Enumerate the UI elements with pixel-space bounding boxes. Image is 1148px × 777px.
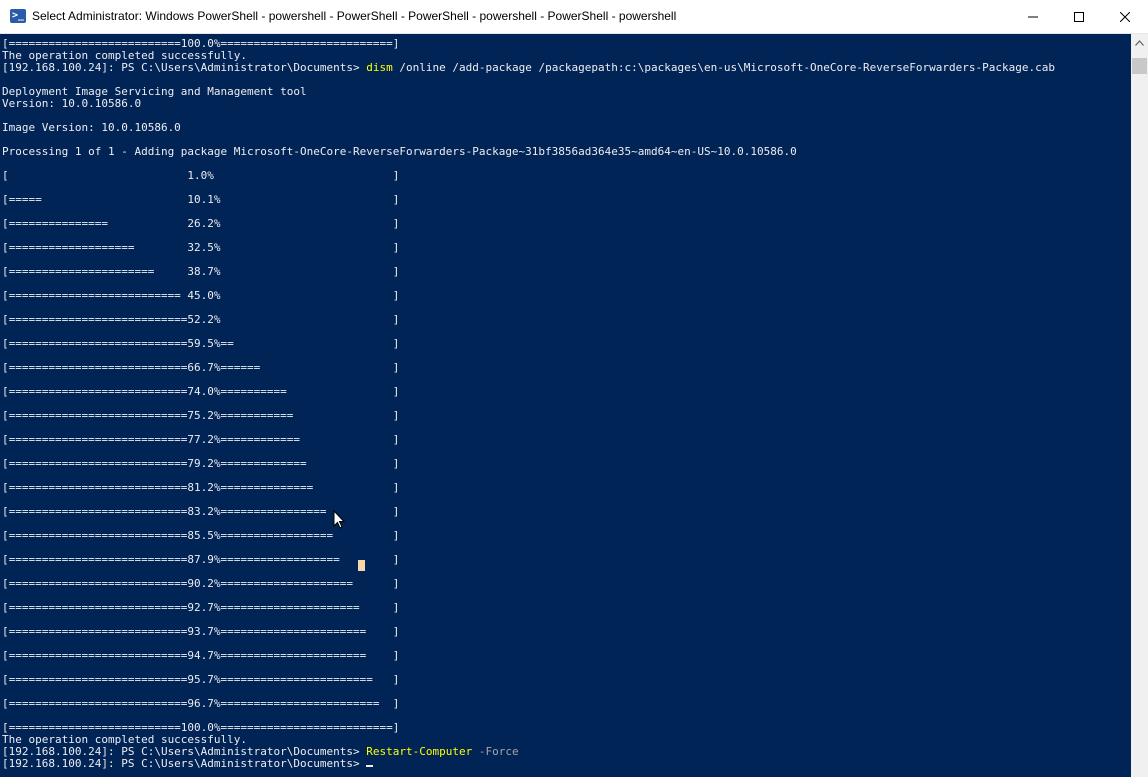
selection-block [358, 560, 365, 571]
console-line: [===========================83.2%=======… [2, 506, 1055, 518]
console-line: [===========================77.2%=======… [2, 434, 1055, 446]
console-line: [===========================94.7%=======… [2, 650, 1055, 662]
text-cursor [366, 765, 374, 767]
console-line-text: [========================== 45.0% ] [2, 289, 400, 302]
console-line-text: [192.168.100.24]: PS C:\Users\Administra… [2, 757, 367, 770]
command-text: dism [366, 61, 393, 74]
minimize-button[interactable] [1010, 0, 1056, 34]
scroll-up-button[interactable] [1131, 34, 1148, 51]
console-line: [192.168.100.24]: PS C:\Users\Administra… [2, 758, 1055, 770]
maximize-icon [1074, 12, 1084, 22]
command-arguments: /online /add-package /packagepath:c:\pac… [392, 61, 1056, 74]
console-line-text: [===========================85.5%=======… [2, 529, 400, 542]
console-output[interactable]: [==========================100.0%=======… [0, 34, 1131, 777]
console-line: [=============== 26.2% ] [2, 218, 1055, 230]
console-line: [===========================66.7%====== … [2, 362, 1055, 374]
console-line: [===========================87.9%=======… [2, 554, 1055, 566]
console-line-text: [====================== 38.7% ] [2, 265, 400, 278]
chevron-up-icon [1135, 39, 1144, 46]
console-line: [===========================92.7%=======… [2, 602, 1055, 614]
console-line: [===========================96.7%=======… [2, 698, 1055, 710]
console-line: [====================== 38.7% ] [2, 266, 1055, 278]
console-line-text: [===========================75.2%=======… [2, 409, 400, 422]
close-button[interactable] [1102, 0, 1148, 34]
console-line: [192.168.100.24]: PS C:\Users\Administra… [2, 62, 1055, 74]
console-line-text: [===========================90.2%=======… [2, 577, 400, 590]
console-line-text: [===========================77.2%=======… [2, 433, 400, 446]
console-line-text: [===========================52.2% ] [2, 313, 400, 326]
console-line-text: [===========================96.7%=======… [2, 697, 400, 710]
console-line-text: [===========================74.0%=======… [2, 385, 400, 398]
console-line-text: [===========================59.5%== ] [2, 337, 400, 350]
console-line-text: [===========================79.2%=======… [2, 457, 400, 470]
console-line: [===========================52.2% ] [2, 314, 1055, 326]
command-text: Restart-Computer [366, 745, 473, 758]
console-line-text: [===== 10.1% ] [2, 193, 400, 206]
console-line-text: Processing 1 of 1 - Adding package Micro… [2, 145, 797, 158]
console-line: [===========================90.2%=======… [2, 578, 1055, 590]
mouse-pointer-icon [333, 510, 345, 529]
console-line: Deployment Image Servicing and Managemen… [2, 86, 1055, 98]
console-line-text: Version: 10.0.10586.0 [2, 97, 142, 110]
console-line: [===========================93.7%=======… [2, 626, 1055, 638]
console-line: [===========================85.5%=======… [2, 530, 1055, 542]
console-line: [========================== 45.0% ] [2, 290, 1055, 302]
console-line-text: [===========================87.9%=======… [2, 553, 400, 566]
console-line-text: [===========================81.2%=======… [2, 481, 400, 494]
console-line-text: [192.168.100.24]: PS C:\Users\Administra… [2, 61, 367, 74]
console-line: [===========================59.5%== ] [2, 338, 1055, 350]
title-bar[interactable]: >_ Select Administrator: Windows PowerSh… [0, 0, 1148, 34]
console-line: [===========================74.0%=======… [2, 386, 1055, 398]
console-line: [ 1.0% ] [2, 170, 1055, 182]
vertical-scrollbar[interactable] [1131, 34, 1148, 777]
powershell-icon[interactable]: >_ [10, 9, 26, 23]
console-line-text: Image Version: 10.0.10586.0 [2, 121, 181, 134]
console-line-text: [ 1.0% ] [2, 169, 400, 182]
console-line: [===========================79.2%=======… [2, 458, 1055, 470]
console-line-text: [=============== 26.2% ] [2, 217, 400, 230]
command-parameter: -Force [472, 745, 519, 758]
console-line: Image Version: 10.0.10586.0 [2, 122, 1055, 134]
console-line-text: [===========================66.7%====== … [2, 361, 400, 374]
console-line: Processing 1 of 1 - Adding package Micro… [2, 146, 1055, 158]
console-line: Version: 10.0.10586.0 [2, 98, 1055, 110]
close-icon [1120, 12, 1130, 22]
console-line: [===========================81.2%=======… [2, 482, 1055, 494]
console-line-text: [=================== 32.5% ] [2, 241, 400, 254]
console-line-text: [===========================94.7%=======… [2, 649, 400, 662]
console-line-text: [===========================95.7%=======… [2, 673, 400, 686]
console-line: [===========================75.2%=======… [2, 410, 1055, 422]
minimize-icon [1028, 16, 1038, 18]
console-line: [===========================95.7%=======… [2, 674, 1055, 686]
console-line-text: [===========================93.7%=======… [2, 625, 400, 638]
console-line-text: [===========================92.7%=======… [2, 601, 400, 614]
maximize-button[interactable] [1056, 0, 1102, 34]
console-line: [===== 10.1% ] [2, 194, 1055, 206]
window-title: Select Administrator: Windows PowerShell… [32, 9, 677, 23]
console-line: [=================== 32.5% ] [2, 242, 1055, 254]
console-lines: [==========================100.0%=======… [2, 38, 1055, 770]
scroll-thumb[interactable] [1132, 58, 1147, 74]
